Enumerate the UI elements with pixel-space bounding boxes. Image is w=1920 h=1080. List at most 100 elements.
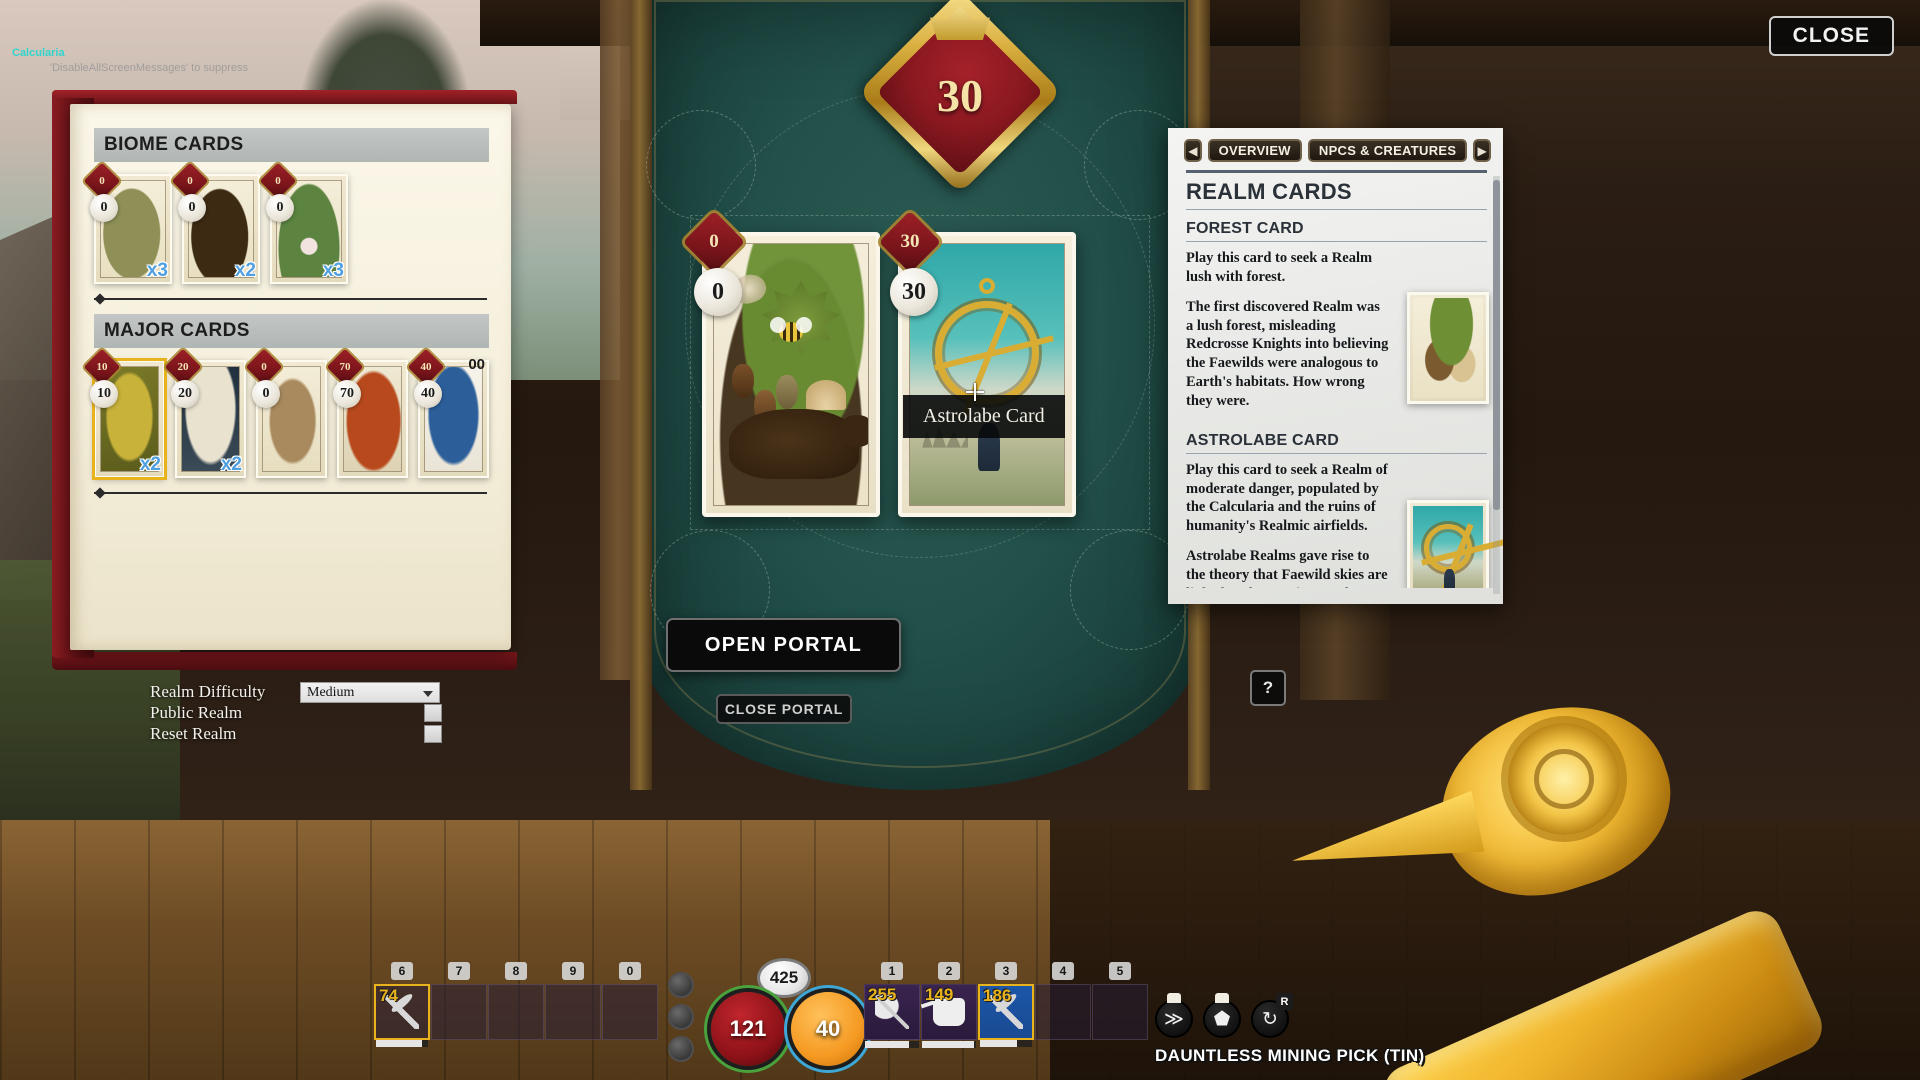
sweep-icon: ≫	[1164, 1008, 1184, 1030]
hotbar-slot-4[interactable]	[1035, 984, 1091, 1040]
hotbar-slot-2[interactable]: 149	[921, 984, 977, 1048]
hotbar-slot-1-count: 255	[868, 985, 897, 1004]
hotbar-key-2: 2	[938, 962, 960, 980]
status-orb-1	[668, 972, 694, 998]
bear-icon	[729, 408, 868, 479]
biome-card-1-cost: 0	[178, 194, 206, 222]
hotbar-key-0: 0	[619, 962, 641, 980]
reload-ability[interactable]: R ↻	[1251, 993, 1293, 1038]
played-card-forest[interactable]: 0 0	[682, 210, 880, 517]
shield-ability[interactable]: ⬟	[1203, 993, 1241, 1038]
biome-card-1-badge: 0	[171, 162, 209, 200]
lore-heading-forest: FOREST CARD	[1186, 210, 1487, 242]
reset-realm-checkbox[interactable]	[424, 725, 442, 743]
major-card-0[interactable]: 10 10 x2	[83, 348, 167, 480]
hotbar-slot-7[interactable]	[431, 984, 487, 1040]
lore-astrolabe-paragraph-2: Astrolabe Realms gave rise to the theory…	[1186, 548, 1388, 588]
board-circle-1	[646, 110, 756, 220]
ability-cap	[1215, 993, 1229, 1003]
book-divider	[94, 298, 487, 300]
hotbar-slot-6-durability	[376, 1040, 428, 1047]
astrolabe-icon	[1424, 524, 1472, 572]
hotbar-slot-5[interactable]	[1092, 984, 1148, 1040]
badge-value: 0	[275, 175, 281, 187]
badge-value: 30	[900, 231, 920, 252]
hotbar-key-3: 3	[995, 962, 1017, 980]
lore-scrollbar[interactable]	[1493, 176, 1500, 594]
major-card-1-badge: 20	[164, 348, 202, 386]
major-card-4-cost: 40	[414, 380, 442, 408]
lore-scrollbar-thumb[interactable]	[1493, 180, 1500, 510]
lore-thumbnail-forest-card	[1407, 292, 1489, 404]
sweep-ability[interactable]: ≫	[1155, 993, 1193, 1038]
biome-card-2-badge: 0	[259, 162, 297, 200]
biome-card-2[interactable]: 0 0 x3	[259, 162, 348, 284]
badge-value: 0	[187, 175, 193, 187]
close-portal-button[interactable]: CLOSE PORTAL	[716, 694, 852, 724]
lore-thumbnail-astrolabe-card	[1407, 500, 1489, 588]
debug-screen-messages: Calcularia 'DisableAllScreenMessages' to…	[12, 46, 248, 76]
hotbar-key-8: 8	[505, 962, 527, 980]
major-card-2-cost: 0	[252, 380, 280, 408]
biome-card-0[interactable]: 0 0 x3	[83, 162, 172, 284]
hotbar-slot-1[interactable]: 255	[864, 984, 920, 1048]
forest-card-thumbnail-art	[1413, 298, 1483, 398]
ability-row: ≫ ⬟ R ↻	[1155, 993, 1293, 1038]
hotbar-slot-6[interactable]: 74	[374, 984, 430, 1047]
vitals-cluster: 425 121 40	[705, 958, 875, 1072]
hotbar-key-9: 9	[562, 962, 584, 980]
figure-icon	[1443, 569, 1455, 588]
major-card-1[interactable]: 20 20 x2	[164, 348, 246, 478]
hotbar-slot-0[interactable]	[602, 984, 658, 1040]
major-cards-header: MAJOR CARDS	[94, 314, 489, 348]
realm-difficulty-label: Realm Difficulty	[150, 682, 266, 701]
debug-line-2: 'DisableAllScreenMessages' to suppress	[50, 61, 249, 74]
badge-value: 0	[709, 231, 719, 252]
badge-value: 0	[261, 361, 267, 373]
realm-difficulty-value: Medium	[307, 684, 355, 700]
hotbar-slot-8[interactable]	[488, 984, 544, 1040]
ability-cap	[1167, 993, 1181, 1003]
board-frame-left	[630, 0, 652, 790]
realm-difficulty-dropdown[interactable]: Medium	[300, 681, 440, 703]
major-card-4[interactable]: 40 40 00	[407, 348, 489, 478]
health-value: 121	[729, 1016, 767, 1041]
lore-next-button[interactable]: ▶	[1473, 139, 1491, 162]
hotbar-slot-3-count: 186	[983, 986, 1012, 1005]
card-value-badge: 30	[878, 210, 942, 274]
hotbar-slot-6-count: 74	[379, 986, 398, 1005]
major-card-3-badge: 70	[326, 348, 364, 386]
book-top-edge	[52, 90, 517, 104]
portal-counter-value: 30	[937, 69, 983, 121]
biome-card-1[interactable]: 0 0 x2	[171, 162, 260, 284]
reset-realm-row: Reset Realm	[150, 724, 442, 744]
hotbar-key-1: 1	[881, 962, 903, 980]
tab-overview[interactable]: OVERVIEW	[1207, 139, 1302, 162]
major-card-2[interactable]: 0 0	[245, 348, 327, 478]
biome-cards-row: 0 0 x3 0 0 x2 0 0 x3	[83, 162, 489, 284]
book-divider-2	[94, 492, 487, 494]
biome-card-0-cost: 0	[90, 194, 118, 222]
hotbar-key-4: 4	[1052, 962, 1074, 980]
played-card-astrolabe[interactable]: 30 30	[878, 210, 1076, 517]
public-realm-checkbox[interactable]	[424, 704, 442, 722]
close-button[interactable]: CLOSE	[1768, 16, 1894, 56]
biome-card-0-multiplier: x3	[146, 260, 168, 281]
chevron-right-icon: ▶	[1477, 143, 1487, 158]
lore-forest-paragraph-2: The first discovered Realm was a lush fo…	[1186, 298, 1389, 409]
card-value-badge: 0	[682, 210, 746, 274]
stamina-value: 40	[815, 1016, 841, 1041]
tab-npcs-creatures[interactable]: NPCS & CREATURES	[1307, 139, 1468, 162]
major-card-3[interactable]: 70 70	[326, 348, 408, 478]
major-card-3-cost: 70	[333, 380, 361, 408]
hotbar-slot-9[interactable]	[545, 984, 601, 1040]
health-orb: 121	[711, 992, 785, 1066]
major-cards-row: 10 10 x2 20 20 x2 0 0 70 70 40 40 00	[83, 348, 489, 480]
lore-prev-button[interactable]: ◀	[1184, 139, 1202, 162]
help-button[interactable]: ?	[1250, 670, 1286, 706]
chevron-left-icon: ◀	[1188, 143, 1198, 158]
open-portal-button[interactable]: OPEN PORTAL	[666, 618, 901, 672]
hotbar-slot-3[interactable]: 186	[978, 984, 1034, 1047]
chevron-down-icon	[423, 690, 433, 697]
equipped-item-name: DAUNTLESS MINING PICK (TIN)	[1155, 1046, 1425, 1065]
